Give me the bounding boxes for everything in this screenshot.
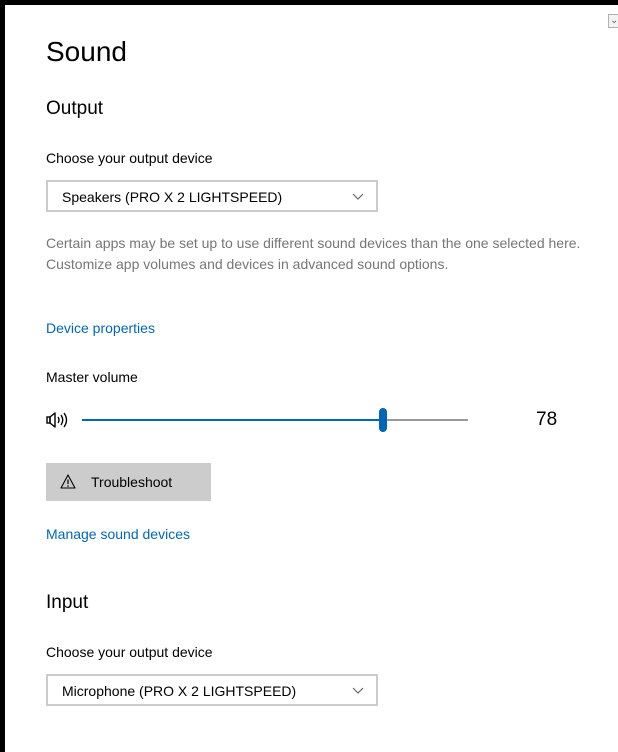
volume-value: 78: [536, 409, 558, 430]
output-device-dropdown[interactable]: Speakers (PRO X 2 LIGHTSPEED): [46, 180, 378, 212]
input-device-value: Microphone (PRO X 2 LIGHTSPEED): [62, 683, 297, 699]
master-volume-row: 78: [46, 404, 586, 436]
master-volume-slider[interactable]: [82, 404, 468, 436]
input-device-dropdown[interactable]: Microphone (PRO X 2 LIGHTSPEED): [46, 674, 378, 706]
manage-sound-devices-link[interactable]: Manage sound devices: [46, 524, 190, 544]
output-device-value: Speakers (PRO X 2 LIGHTSPEED): [62, 189, 283, 205]
window-left-border: [0, 0, 5, 752]
volume-slider-thumb[interactable]: [379, 408, 388, 432]
page-title: Sound: [46, 36, 127, 67]
output-description: Certain apps may be set up to use differ…: [46, 235, 581, 272]
output-device-label: Choose your output device: [46, 150, 213, 166]
input-heading: Input: [46, 592, 89, 613]
device-properties-link[interactable]: Device properties: [46, 318, 155, 338]
chevron-down-icon: [352, 193, 364, 200]
volume-slider-fill: [82, 419, 384, 421]
warning-icon: [60, 474, 76, 489]
window-top-border: [0, 0, 618, 5]
master-volume-label: Master volume: [46, 369, 138, 385]
speaker-volume-icon[interactable]: [46, 411, 76, 429]
input-device-label: Choose your output device: [46, 644, 213, 660]
troubleshoot-button[interactable]: Troubleshoot: [46, 463, 211, 501]
chevron-down-icon: [352, 687, 364, 694]
chevron-down-icon: ⌄: [610, 15, 618, 26]
scroll-indicator[interactable]: ⌄: [608, 14, 618, 28]
troubleshoot-label: Troubleshoot: [91, 474, 173, 490]
output-heading: Output: [46, 98, 104, 119]
